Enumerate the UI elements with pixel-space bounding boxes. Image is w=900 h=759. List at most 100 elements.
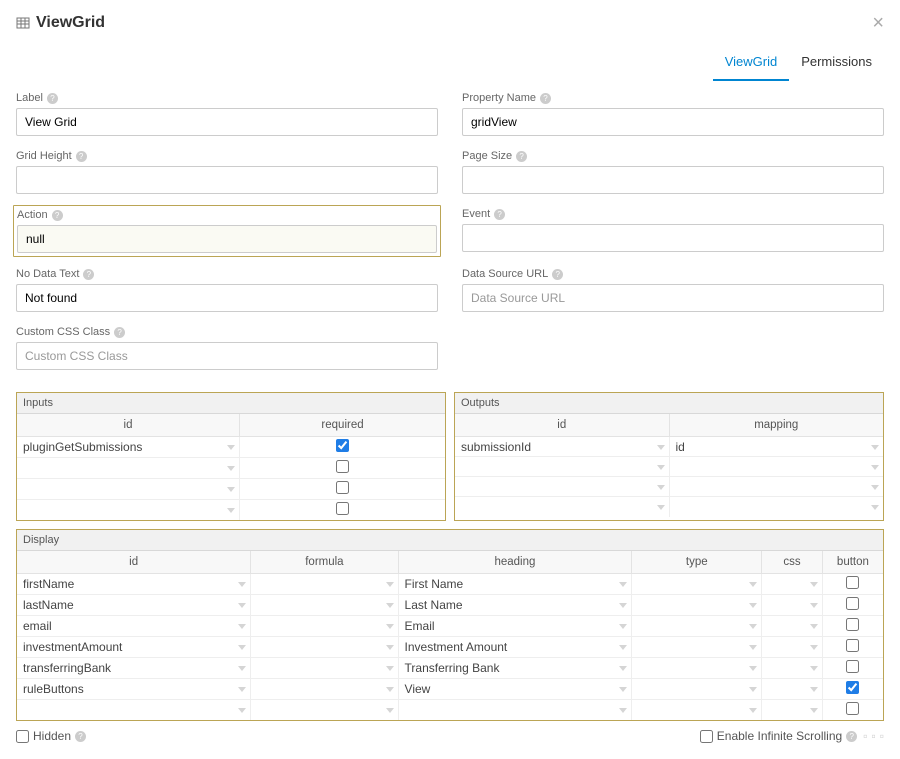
checkbox[interactable]	[846, 639, 859, 652]
tab-permissions[interactable]: Permissions	[789, 44, 884, 81]
table-cell[interactable]: View	[398, 679, 632, 700]
hidden-checkbox[interactable]	[16, 730, 29, 743]
checkbox[interactable]	[336, 481, 349, 494]
table-cell[interactable]	[669, 457, 883, 477]
table-cell[interactable]: pluginGetSubmissions	[17, 437, 240, 458]
table-cell[interactable]	[251, 679, 398, 700]
table-cell[interactable]: Email	[398, 616, 632, 637]
footer-icon[interactable]: ▫	[863, 729, 867, 743]
table-cell[interactable]: transferringBank	[17, 658, 251, 679]
table-cell[interactable]	[762, 700, 823, 721]
table-cell[interactable]: id	[669, 437, 883, 457]
field-property-name: Property Name?	[462, 92, 884, 136]
table-cell[interactable]	[17, 458, 240, 479]
table-cell[interactable]	[669, 497, 883, 517]
table-row: transferringBank Transferring Bank	[17, 658, 883, 679]
table-cell[interactable]: First Name	[398, 574, 632, 595]
help-icon[interactable]: ?	[83, 269, 94, 280]
table-cell	[822, 637, 883, 658]
table-cell[interactable]	[762, 658, 823, 679]
dialog-header: ViewGrid ×	[16, 8, 884, 38]
table-cell[interactable]	[251, 637, 398, 658]
table-cell[interactable]	[455, 477, 669, 497]
table-cell[interactable]	[632, 616, 762, 637]
table-cell[interactable]	[251, 658, 398, 679]
page-size-input[interactable]	[462, 166, 884, 194]
table-cell[interactable]: firstName	[17, 574, 251, 595]
table-row: firstName First Name	[17, 574, 883, 595]
table-cell[interactable]	[17, 700, 251, 721]
dialog-title: ViewGrid	[36, 14, 105, 32]
grid-icon	[16, 16, 30, 30]
label-input[interactable]	[16, 108, 438, 136]
hidden-toggle[interactable]: Hidden ?	[16, 729, 86, 743]
help-icon[interactable]: ?	[114, 327, 125, 338]
custom-css-class-input[interactable]	[16, 342, 438, 370]
help-icon[interactable]: ?	[75, 731, 86, 742]
table-cell[interactable]: Last Name	[398, 595, 632, 616]
table-cell[interactable]	[251, 595, 398, 616]
table-cell[interactable]	[632, 679, 762, 700]
table-cell[interactable]	[632, 700, 762, 721]
table-cell[interactable]	[669, 477, 883, 497]
table-row	[455, 477, 883, 497]
footer-icon[interactable]: ▫	[871, 729, 875, 743]
table-cell[interactable]	[398, 700, 632, 721]
table-row	[455, 457, 883, 477]
data-source-url-input[interactable]	[462, 284, 884, 312]
table-cell[interactable]: investmentAmount	[17, 637, 251, 658]
outputs-header: Outputs	[455, 393, 883, 414]
table-cell[interactable]: lastName	[17, 595, 251, 616]
tab-viewgrid[interactable]: ViewGrid	[713, 44, 790, 81]
help-icon[interactable]: ?	[47, 93, 58, 104]
table-cell[interactable]	[762, 616, 823, 637]
table-cell[interactable]: email	[17, 616, 251, 637]
table-cell[interactable]	[251, 574, 398, 595]
checkbox[interactable]	[336, 502, 349, 515]
table-cell[interactable]	[762, 679, 823, 700]
action-input[interactable]	[17, 225, 437, 253]
checkbox[interactable]	[846, 576, 859, 589]
help-icon[interactable]: ?	[846, 731, 857, 742]
table-cell[interactable]	[17, 500, 240, 521]
table-cell[interactable]	[762, 574, 823, 595]
table-cell[interactable]: ruleButtons	[17, 679, 251, 700]
table-cell[interactable]	[762, 637, 823, 658]
display-section: Display id formula heading type css butt…	[16, 529, 884, 721]
table-cell[interactable]: submissionId	[455, 437, 669, 457]
table-cell[interactable]: Investment Amount	[398, 637, 632, 658]
infinite-scroll-checkbox[interactable]	[700, 730, 713, 743]
table-cell[interactable]	[455, 457, 669, 477]
grid-height-input[interactable]	[16, 166, 438, 194]
checkbox[interactable]	[846, 597, 859, 610]
checkbox[interactable]	[846, 618, 859, 631]
no-data-text-input[interactable]	[16, 284, 438, 312]
table-cell	[822, 574, 883, 595]
infinite-scroll-toggle[interactable]: Enable Infinite Scrolling ?	[700, 729, 857, 743]
help-icon[interactable]: ?	[76, 151, 87, 162]
table-cell[interactable]	[251, 700, 398, 721]
table-cell[interactable]	[632, 637, 762, 658]
event-input[interactable]	[462, 224, 884, 252]
property-name-input[interactable]	[462, 108, 884, 136]
checkbox[interactable]	[846, 702, 859, 715]
table-cell[interactable]	[251, 616, 398, 637]
help-icon[interactable]: ?	[516, 151, 527, 162]
table-cell[interactable]	[632, 595, 762, 616]
checkbox[interactable]	[336, 439, 349, 452]
table-cell[interactable]	[762, 595, 823, 616]
table-cell[interactable]	[632, 574, 762, 595]
checkbox[interactable]	[846, 660, 859, 673]
table-cell[interactable]	[17, 479, 240, 500]
help-icon[interactable]: ?	[540, 93, 551, 104]
footer-icon[interactable]: ▫	[880, 729, 884, 743]
table-cell[interactable]: Transferring Bank	[398, 658, 632, 679]
checkbox[interactable]	[336, 460, 349, 473]
table-cell[interactable]	[632, 658, 762, 679]
table-cell[interactable]	[455, 497, 669, 517]
checkbox[interactable]	[846, 681, 859, 694]
close-icon[interactable]: ×	[872, 13, 884, 33]
help-icon[interactable]: ?	[494, 209, 505, 220]
help-icon[interactable]: ?	[52, 210, 63, 221]
help-icon[interactable]: ?	[552, 269, 563, 280]
